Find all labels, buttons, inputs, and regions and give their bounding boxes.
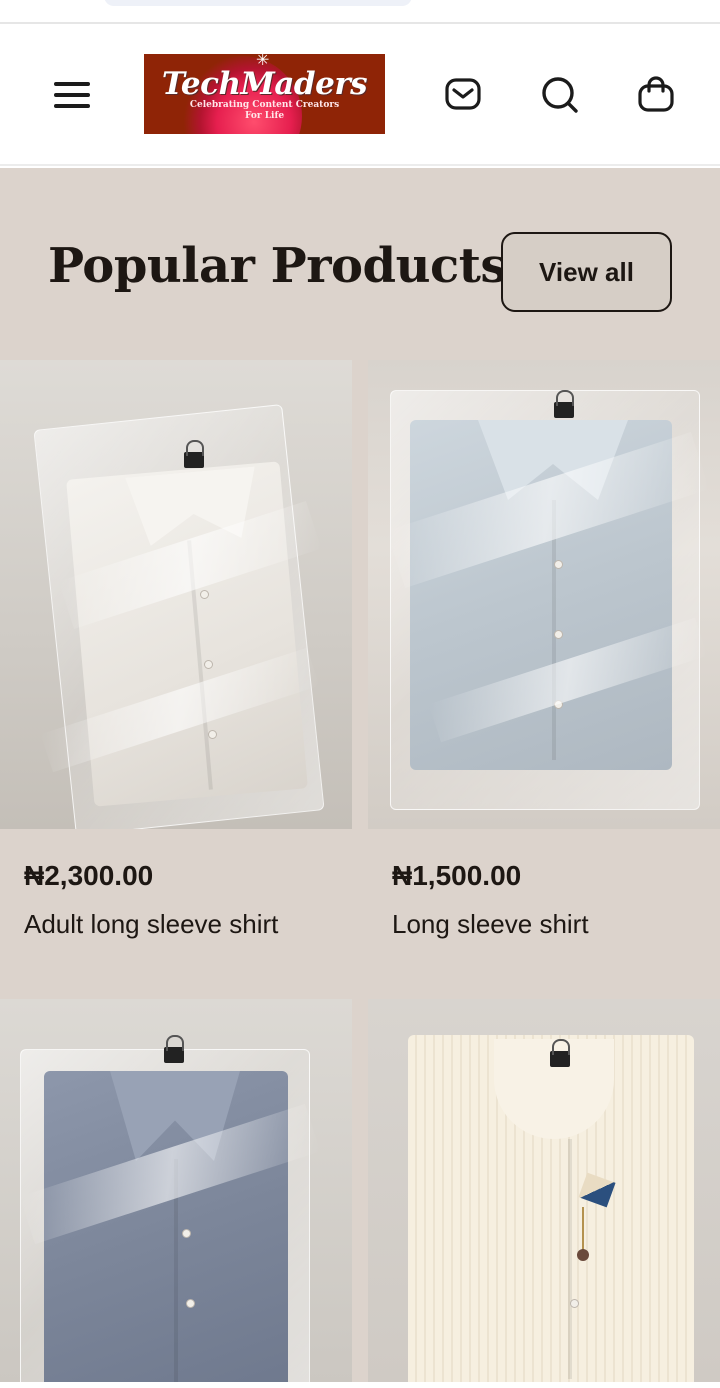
product-image[interactable] xyxy=(0,999,352,1383)
site-logo[interactable]: ✳ TechMaders Celebrating Content Creator… xyxy=(144,54,385,134)
bottom-edge xyxy=(0,1382,720,1388)
browser-top-bar xyxy=(0,0,720,24)
logo-tagline-line2: For Life xyxy=(244,111,285,121)
product-image[interactable] xyxy=(368,360,720,829)
address-bar-pill[interactable] xyxy=(104,0,412,6)
product-card[interactable]: ₦2,300.00 Adult long sleeve shirt xyxy=(0,360,352,939)
product-image[interactable] xyxy=(368,999,720,1383)
menu-icon[interactable] xyxy=(52,80,92,110)
mail-icon[interactable] xyxy=(443,74,483,114)
site-header: ✳ TechMaders Celebrating Content Creator… xyxy=(0,24,720,166)
logo-tagline: Celebrating Content Creators For Life xyxy=(144,100,385,122)
logo-tagline-line1: Celebrating Content Creators xyxy=(189,100,340,110)
logo-brand-text: TechMaders xyxy=(161,66,368,102)
product-price: ₦2,300.00 xyxy=(24,860,154,891)
product-image[interactable] xyxy=(0,360,352,829)
product-card[interactable]: ₦1,500.00 Long sleeve shirt xyxy=(368,360,720,939)
shopping-bag-icon[interactable] xyxy=(636,74,676,114)
product-name[interactable]: Adult long sleeve shirt xyxy=(24,909,278,940)
section-title: Popular Products xyxy=(48,238,507,294)
product-card[interactable] xyxy=(0,999,352,1383)
product-card[interactable] xyxy=(368,999,720,1383)
view-all-button[interactable]: View all xyxy=(501,232,672,312)
search-icon[interactable] xyxy=(540,74,580,114)
popular-products-section: Popular Products View all ₦2,300.00 Adul… xyxy=(0,168,720,1388)
product-name[interactable]: Long sleeve shirt xyxy=(392,909,589,940)
product-price: ₦1,500.00 xyxy=(392,860,522,891)
